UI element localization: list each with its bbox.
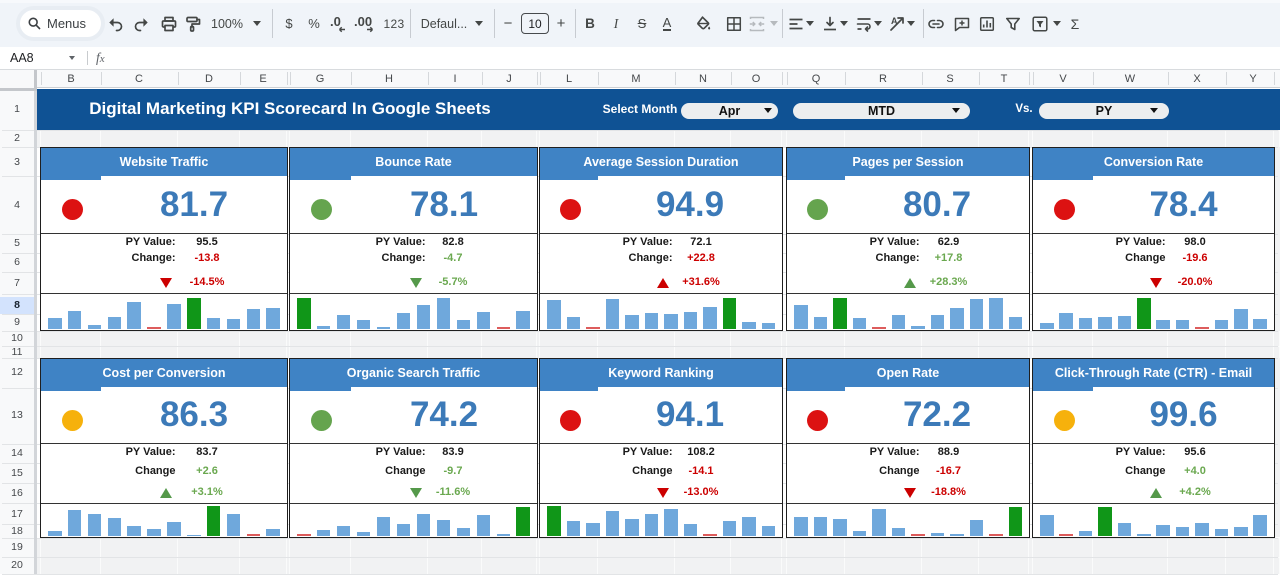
svg-text:A: A: [891, 16, 898, 26]
svg-text:.0: .0: [330, 14, 341, 29]
svg-text:.00: .00: [354, 14, 372, 29]
